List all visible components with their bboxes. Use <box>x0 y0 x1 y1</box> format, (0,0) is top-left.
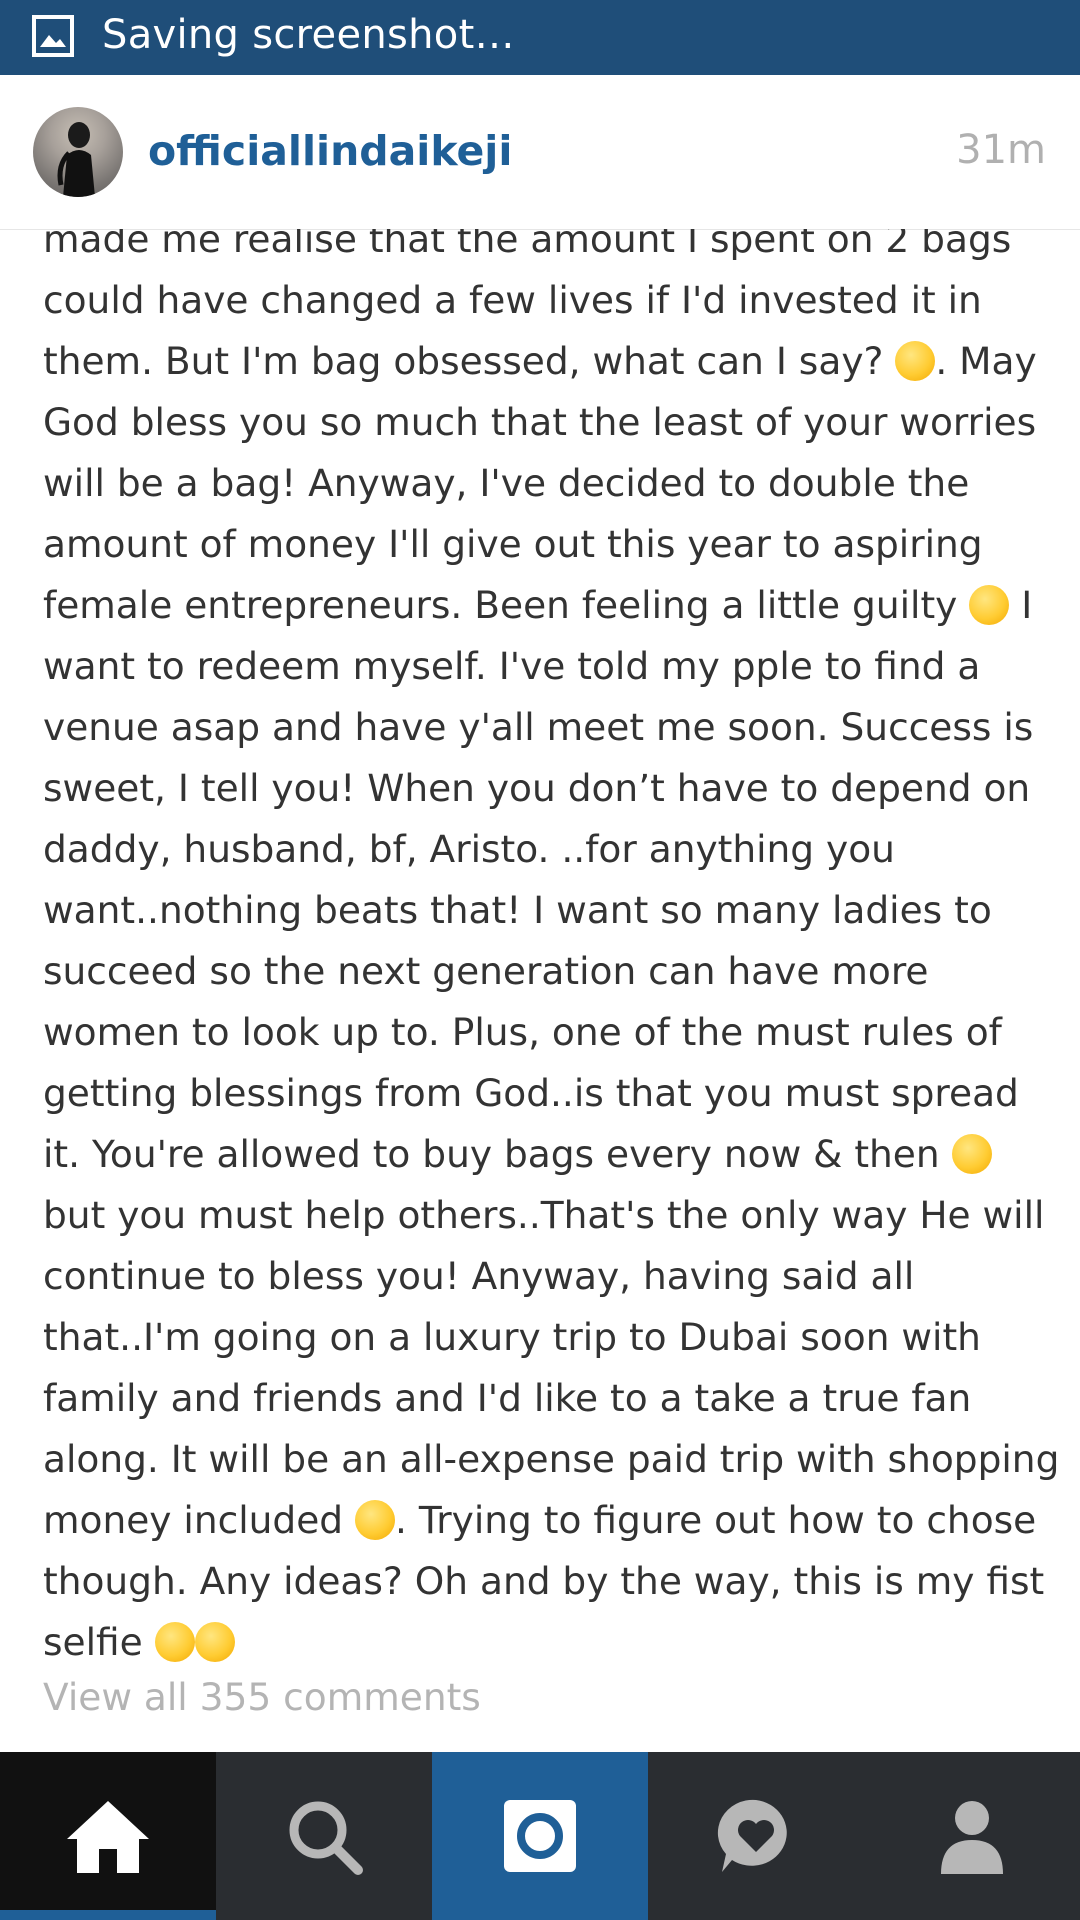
caption-line: sweet, I tell you! When you don’t have t… <box>43 766 1031 810</box>
caption-line: daddy, husband, bf, Aristo. ..for anythi… <box>43 827 895 871</box>
kissing-face-emoji-icon <box>154 1622 195 1662</box>
status-bar: Saving screenshot… <box>0 0 1080 75</box>
person-silhouette-icon <box>57 122 95 197</box>
nav-home-button[interactable] <box>0 1752 216 1920</box>
nav-camera-button[interactable] <box>432 1752 648 1920</box>
status-text: Saving screenshot… <box>102 12 515 58</box>
caption-line: venue asap and have y'all meet me soon. … <box>43 705 1034 749</box>
home-icon <box>67 1801 149 1873</box>
active-tab-indicator <box>0 1910 216 1920</box>
image-icon <box>32 15 74 57</box>
caption-line: want..nothing beats that! I want so many… <box>43 888 992 932</box>
caption-line: selfie <box>43 1612 1053 1673</box>
bottom-nav <box>0 1752 1080 1920</box>
view-all-comments-link[interactable]: View all 355 comments <box>43 1675 481 1719</box>
caption-line: made me realise that the amount I spent … <box>43 229 1012 261</box>
caption-line: that..I'm going on a luxury trip to Duba… <box>43 1315 981 1359</box>
caption-line: but you must help others..That's the onl… <box>43 1193 1045 1237</box>
winking-face-emoji-icon <box>951 1134 992 1174</box>
nav-activity-button[interactable] <box>648 1752 864 1920</box>
camera-icon <box>504 1800 576 1872</box>
caption-line: God bless you so much that the least of … <box>43 400 1037 444</box>
caption-line: continue to bless you! Anyway, having sa… <box>43 1254 915 1298</box>
avatar[interactable] <box>33 107 123 197</box>
smiling-face-emoji-icon <box>895 341 936 381</box>
caption-line: could have changed a few lives if I'd in… <box>43 278 982 322</box>
caption-line: family and friends and I'd like to a tak… <box>43 1376 972 1420</box>
caption-line: succeed so the next generation can have … <box>43 949 929 993</box>
neutral-face-emoji-icon <box>969 585 1010 625</box>
caption-line: it. You're allowed to buy bags every now… <box>43 1124 1053 1185</box>
nav-search-button[interactable] <box>216 1752 432 1920</box>
post-timestamp: 31m <box>956 127 1046 173</box>
caption-line: though. Any ideas? Oh and by the way, th… <box>43 1559 1045 1603</box>
caption-line: amount of money I'll give out this year … <box>43 522 983 566</box>
search-icon <box>289 1801 363 1875</box>
caption-line: will be a bag! Anyway, I've decided to d… <box>43 461 970 505</box>
caption-line: women to look up to. Plus, one of the mu… <box>43 1010 1002 1054</box>
caption-line: getting blessings from God..is that you … <box>43 1071 1019 1115</box>
caption-line: female entrepreneurs. Been feeling a lit… <box>43 583 1033 627</box>
post-caption: made me realise that the amount I spent … <box>43 229 1060 1673</box>
profile-icon <box>941 1801 1003 1874</box>
activity-icon <box>717 1799 787 1872</box>
kissing-face-emoji-icon <box>194 1622 235 1662</box>
caption-line: money included . Trying to figure out ho… <box>43 1498 1037 1542</box>
nav-profile-button[interactable] <box>864 1752 1080 1920</box>
username-link[interactable]: officiallindaikeji <box>148 127 512 175</box>
caption-line: them. But I'm bag obsessed, what can I s… <box>43 339 1037 383</box>
slightly-smiling-face-emoji-icon <box>355 1500 396 1540</box>
caption-line: along. It will be an all-expense paid tr… <box>43 1437 1060 1481</box>
caption-line: want to redeem myself. I've told my pple… <box>43 644 981 688</box>
caption-area: made me realise that the amount I spent … <box>0 229 1080 1752</box>
post-header: officiallindaikeji 31m <box>0 75 1080 230</box>
